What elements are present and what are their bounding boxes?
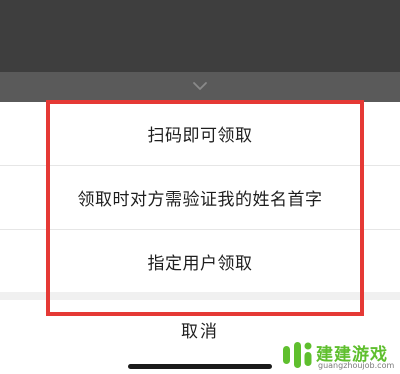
option-label: 扫码即可领取 [147,125,253,146]
watermark-logo-icon [283,342,312,368]
cancel-label: 取消 [181,321,219,342]
home-indicator[interactable] [128,364,272,369]
option-scan-to-claim[interactable]: 扫码即可领取 [0,102,400,164]
background-overlay [0,0,400,72]
option-verify-name-initial[interactable]: 领取时对方需验证我的姓名首字 [0,166,400,228]
option-label: 领取时对方需验证我的姓名首字 [77,189,323,210]
action-sheet: 扫码即可领取 领取时对方需验证我的姓名首字 指定用户领取 取消 [0,102,400,374]
option-designated-user[interactable]: 指定用户领取 [0,230,400,292]
watermark: 建建游戏 guangzhoujob.com [276,336,400,374]
section-gap [0,292,400,300]
option-label: 指定用户领取 [147,253,253,274]
chevron-down-icon[interactable] [192,80,208,92]
watermark-domain: guangzhoujob.com [318,361,395,370]
